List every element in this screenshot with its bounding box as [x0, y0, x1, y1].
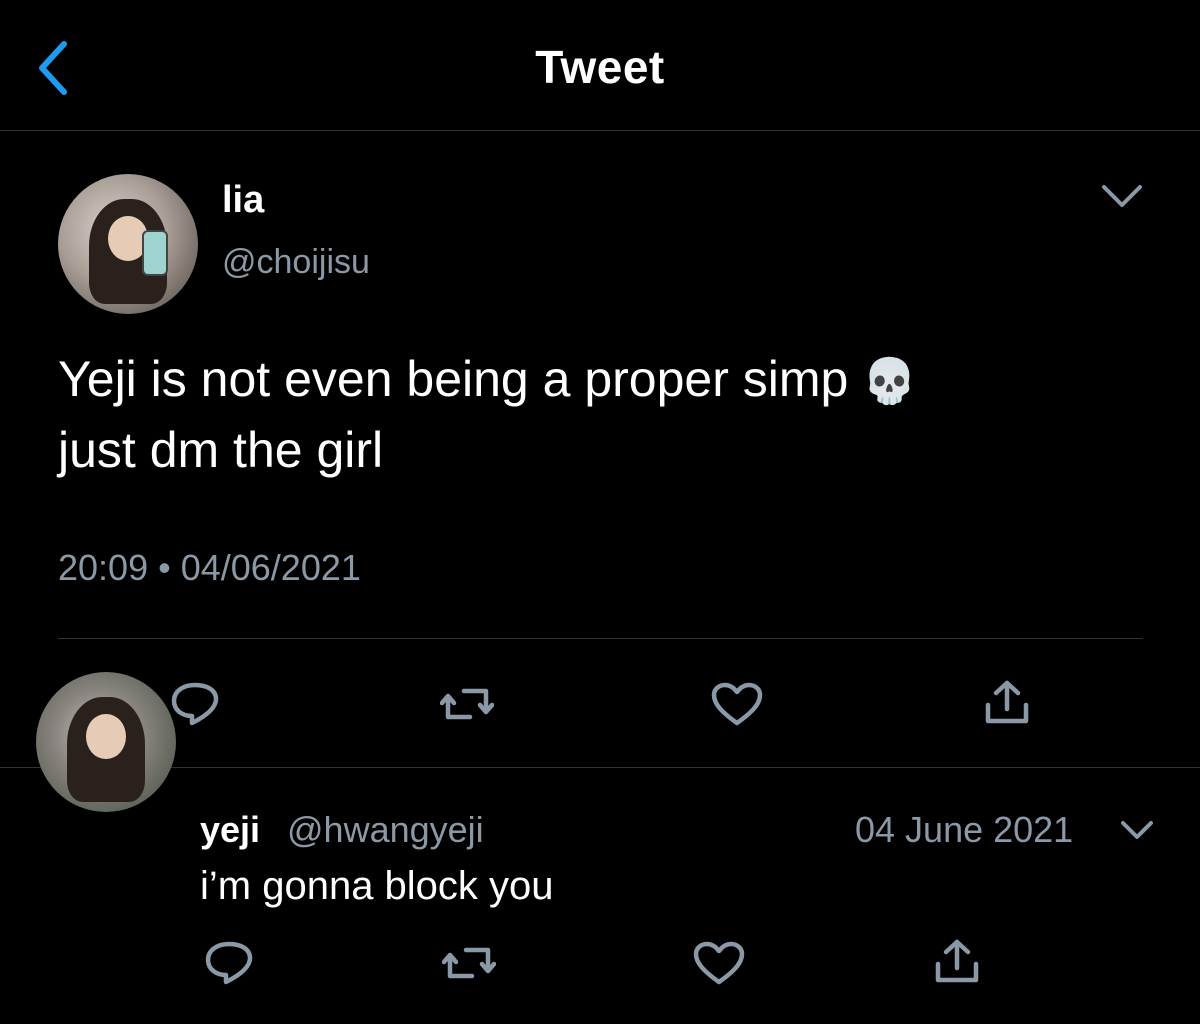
page-title: Tweet: [535, 41, 665, 93]
tweet-timestamp[interactable]: 20:09 • 04/06/2021: [58, 547, 361, 589]
reply-options-button[interactable]: [1118, 818, 1156, 844]
divider: [58, 638, 1143, 639]
avatar[interactable]: [58, 174, 198, 314]
tweet-text-line-1: Yeji is not even being a proper simp: [58, 351, 849, 407]
tweet-date: 04/06/2021: [180, 547, 361, 588]
tweet-time: 20:09: [58, 547, 149, 588]
reply-date: 04 June 2021: [855, 809, 1074, 850]
tweet-text-line-2: just dm the girl: [58, 422, 384, 478]
reply-share-button[interactable]: [932, 938, 982, 986]
share-icon: [935, 939, 979, 983]
share-icon: [985, 680, 1029, 724]
separator-dot: •: [158, 547, 171, 588]
top-nav-bar: Tweet: [0, 0, 1200, 131]
reply-button[interactable]: [168, 679, 222, 727]
tweet-options-button[interactable]: [1098, 181, 1146, 213]
author-handle[interactable]: @choijisu: [222, 243, 370, 282]
reply-retweet-button[interactable]: [442, 942, 496, 984]
tweet-text: Yeji is not even being a proper simp 💀 j…: [58, 345, 1138, 484]
main-tweet: lia @choijisu Yeji is not even being a p…: [0, 131, 1200, 768]
reply-author-handle[interactable]: @hwangyeji: [287, 809, 484, 851]
reply-icon: [205, 941, 253, 985]
reply-icon: [171, 682, 219, 726]
retweet-icon: [442, 947, 496, 979]
reply-text: i’m gonna block you: [200, 864, 554, 908]
skull-emoji: 💀: [862, 356, 918, 407]
tweet-detail-screen: Tweet lia @choijisu Yeji is not even bei…: [0, 0, 1200, 1024]
reply-author-display-name[interactable]: yeji: [200, 809, 260, 851]
like-icon: [693, 941, 745, 985]
retweet-icon: [440, 688, 494, 720]
chevron-down-icon: [1102, 185, 1142, 207]
reply-reply-button[interactable]: [202, 938, 256, 986]
chevron-down-icon: [1121, 821, 1153, 839]
reply-avatar[interactable]: [36, 672, 176, 812]
share-button[interactable]: [982, 679, 1032, 727]
reply-like-button[interactable]: [692, 940, 746, 986]
author-display-name[interactable]: lia: [222, 179, 264, 222]
like-icon: [711, 682, 763, 726]
retweet-button[interactable]: [440, 683, 494, 725]
like-button[interactable]: [710, 681, 764, 727]
